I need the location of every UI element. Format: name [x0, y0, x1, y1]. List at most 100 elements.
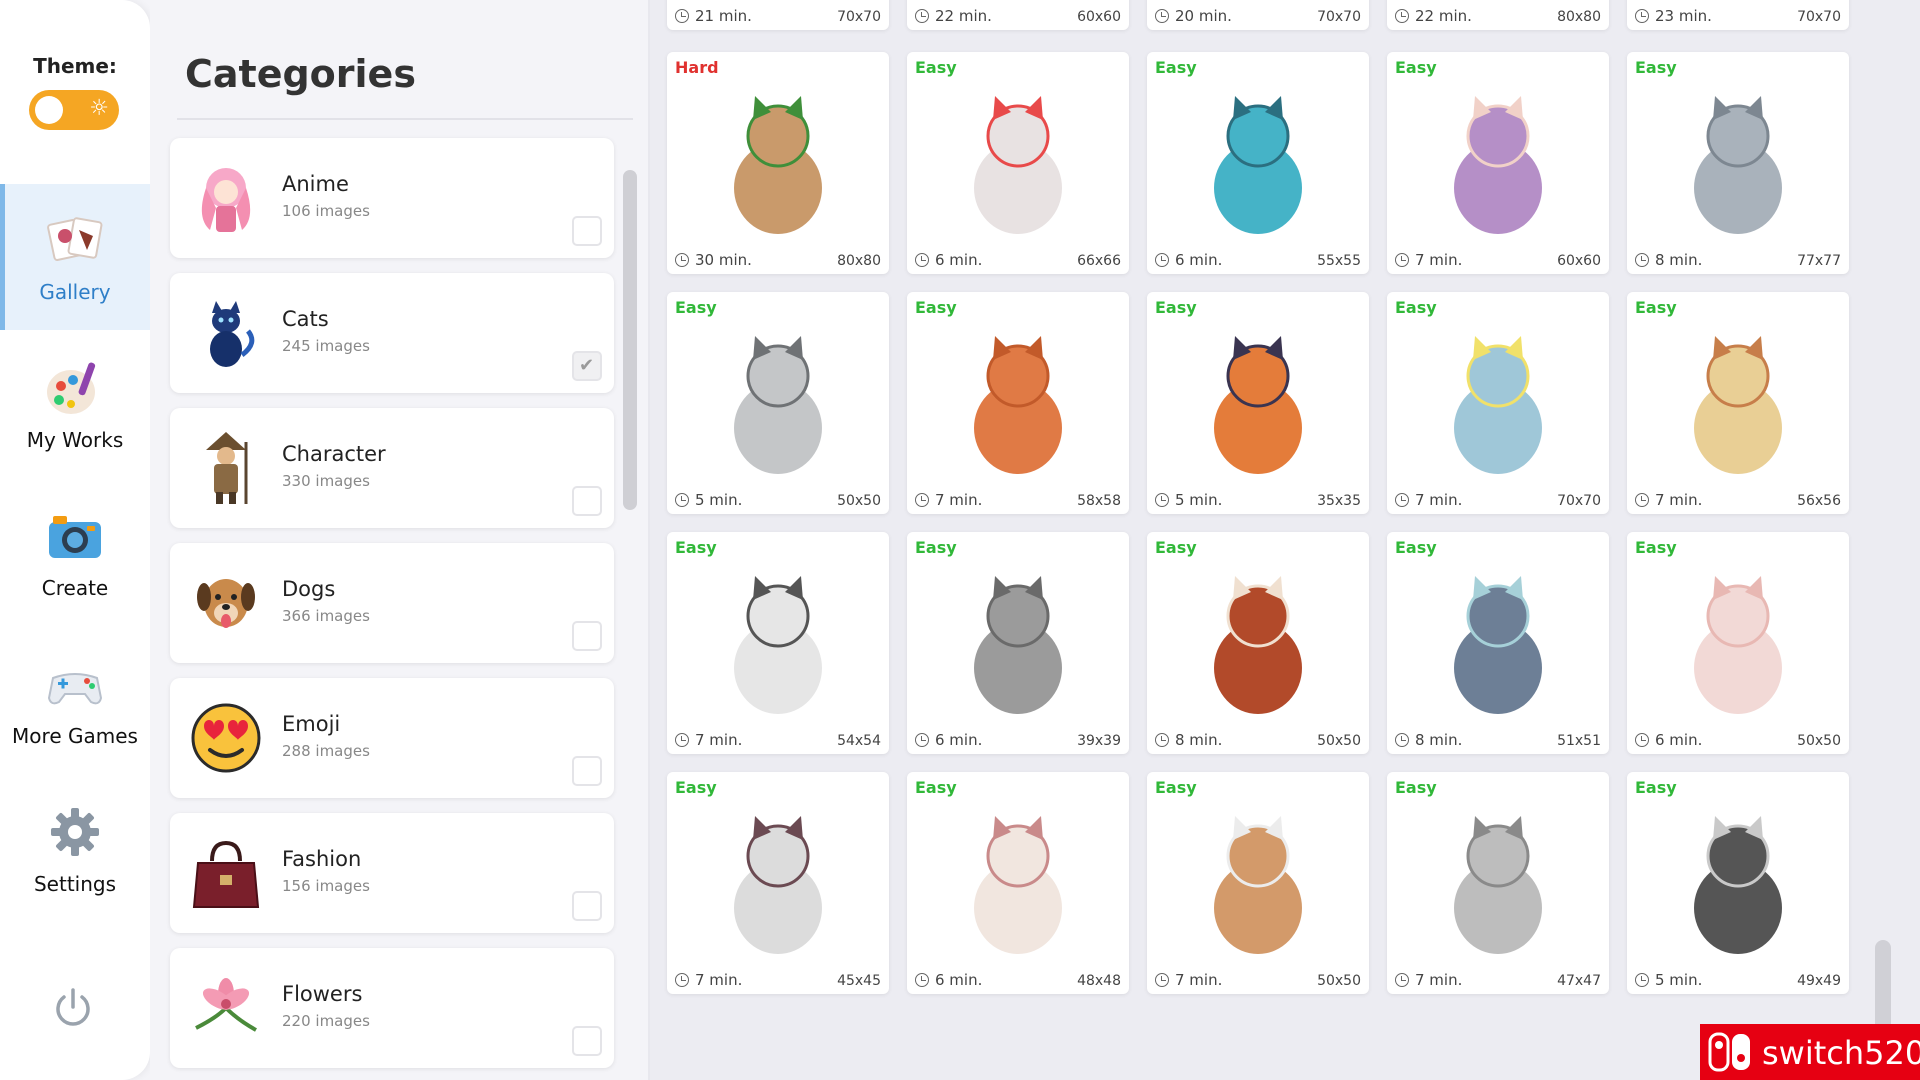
category-checkbox[interactable]: [572, 351, 602, 381]
category-cats[interactable]: Cats 245 images: [170, 273, 614, 393]
gallery-tile[interactable]: Easy 7 min. 54x54: [667, 532, 889, 754]
category-checkbox[interactable]: [572, 756, 602, 786]
difficulty-badge: Easy: [675, 298, 717, 317]
gallery-tile[interactable]: Easy 5 min. 49x49: [1627, 772, 1849, 994]
tile-time: 8 min.: [1635, 251, 1702, 269]
grey-cat-art: [1694, 96, 1782, 234]
category-emoji[interactable]: Emoji 288 images: [170, 678, 614, 798]
gallery-icon: [47, 217, 103, 261]
gallery-tile[interactable]: Easy 7 min. 47x47: [1387, 772, 1609, 994]
category-name: Flowers: [282, 982, 363, 1006]
nav-gallery-label: Gallery: [39, 280, 111, 304]
tile-size: 47x47: [1557, 973, 1601, 989]
category-checkbox[interactable]: [572, 486, 602, 516]
moon-cat-art: [1694, 336, 1782, 474]
tile-time: 7 min.: [675, 971, 742, 989]
gallery-tile[interactable]: 22 min. 60x60: [907, 0, 1129, 30]
tile-time-text: 7 min.: [1415, 251, 1463, 269]
tile-size: 60x60: [1557, 253, 1601, 269]
categories-title: Categories: [185, 52, 416, 96]
tile-size: 70x70: [1317, 9, 1361, 25]
watermark: switch520: [1700, 1024, 1920, 1080]
sitting-cat-art: [734, 336, 822, 474]
nav-more-games[interactable]: More Games: [0, 628, 150, 774]
gallery-tile[interactable]: 20 min. 70x70: [1147, 0, 1369, 30]
sun-icon: ☼: [89, 96, 109, 121]
crown-cat-art: [1454, 816, 1542, 954]
gallery-tile[interactable]: Easy 5 min. 50x50: [667, 292, 889, 514]
clock-icon: [1395, 493, 1409, 507]
tile-time: 7 min.: [1155, 971, 1222, 989]
gallery-tile[interactable]: Easy 5 min. 35x35: [1147, 292, 1369, 514]
gallery-tile[interactable]: 22 min. 80x80: [1387, 0, 1609, 30]
gallery-tile[interactable]: Easy 6 min. 50x50: [1627, 532, 1849, 754]
nav-create[interactable]: Create: [0, 480, 150, 626]
category-count: 106 images: [282, 202, 370, 220]
gallery-tile[interactable]: Easy 8 min. 77x77: [1627, 52, 1849, 274]
category-character[interactable]: Character 330 images: [170, 408, 614, 528]
gallery-tile[interactable]: Easy 7 min. 45x45: [667, 772, 889, 994]
tile-time-text: 22 min.: [935, 7, 992, 25]
category-dogs[interactable]: Dogs 366 images: [170, 543, 614, 663]
gallery-tile[interactable]: Easy 8 min. 50x50: [1147, 532, 1369, 754]
tile-size: 50x50: [837, 493, 881, 509]
gallery-tile[interactable]: Easy 6 min. 55x55: [1147, 52, 1369, 274]
tile-time-text: 5 min.: [1175, 491, 1223, 509]
category-flowers[interactable]: Flowers 220 images: [170, 948, 614, 1068]
gallery-tile[interactable]: 21 min. 70x70: [667, 0, 889, 30]
gallery-tile[interactable]: Easy 7 min. 50x50: [1147, 772, 1369, 994]
tile-size: 56x56: [1797, 493, 1841, 509]
nav-my-works-label: My Works: [26, 428, 124, 452]
nav-settings[interactable]: Settings: [0, 776, 150, 922]
gallery-tile[interactable]: Easy 6 min. 48x48: [907, 772, 1129, 994]
gallery-tile[interactable]: 23 min. 70x70: [1627, 0, 1849, 30]
gallery-tile[interactable]: Easy 7 min. 70x70: [1387, 292, 1609, 514]
theme-toggle[interactable]: ☼: [29, 90, 119, 130]
clock-icon: [1395, 253, 1409, 267]
tile-time-text: 8 min.: [1655, 251, 1703, 269]
gallery-tile[interactable]: Easy 7 min. 58x58: [907, 292, 1129, 514]
switch-logo-icon: [1708, 1032, 1750, 1072]
nav-gallery[interactable]: Gallery: [0, 184, 150, 330]
gallery-tile[interactable]: Easy 7 min. 56x56: [1627, 292, 1849, 514]
tile-time: 5 min.: [675, 491, 742, 509]
tile-time-text: 6 min.: [935, 731, 983, 749]
tile-size: 58x58: [1077, 493, 1121, 509]
category-anime[interactable]: Anime 106 images: [170, 138, 614, 258]
gallery-tile[interactable]: Hard 30 min. 80x80: [667, 52, 889, 274]
clock-icon: [675, 973, 689, 987]
clock-icon: [915, 733, 929, 747]
tile-time-text: 22 min.: [1415, 7, 1472, 25]
difficulty-badge: Easy: [675, 778, 717, 797]
difficulty-badge: Easy: [675, 538, 717, 557]
gallery-tile[interactable]: Easy 7 min. 60x60: [1387, 52, 1609, 274]
difficulty-badge: Easy: [1635, 778, 1677, 797]
tile-time-text: 6 min.: [935, 971, 983, 989]
difficulty-badge: Easy: [1155, 298, 1197, 317]
nav-my-works[interactable]: My Works: [0, 332, 150, 478]
category-name: Character: [282, 442, 386, 466]
tile-time-text: 7 min.: [1415, 491, 1463, 509]
clock-icon: [915, 253, 929, 267]
tile-time-text: 20 min.: [1175, 7, 1232, 25]
tile-size: 45x45: [837, 973, 881, 989]
power-icon[interactable]: [50, 985, 96, 1031]
gallery-tile[interactable]: Easy 6 min. 39x39: [907, 532, 1129, 754]
clock-icon: [1635, 973, 1649, 987]
gallery-tile[interactable]: Easy 8 min. 51x51: [1387, 532, 1609, 754]
tile-time: 6 min.: [915, 731, 982, 749]
tile-time-text: 7 min.: [1415, 971, 1463, 989]
category-checkbox[interactable]: [572, 1026, 602, 1056]
category-checkbox[interactable]: [572, 216, 602, 246]
category-checkbox[interactable]: [572, 621, 602, 651]
category-checkbox[interactable]: [572, 891, 602, 921]
clock-icon: [1395, 9, 1409, 23]
cat-tree-art: [734, 96, 822, 234]
difficulty-badge: Easy: [1155, 778, 1197, 797]
category-fashion[interactable]: Fashion 156 images: [170, 813, 614, 933]
clock-icon: [915, 493, 929, 507]
ball-cat-art: [734, 816, 822, 954]
gallery-tile[interactable]: Easy 6 min. 66x66: [907, 52, 1129, 274]
palette-icon: [47, 362, 96, 414]
categories-scrollbar[interactable]: [623, 170, 637, 510]
